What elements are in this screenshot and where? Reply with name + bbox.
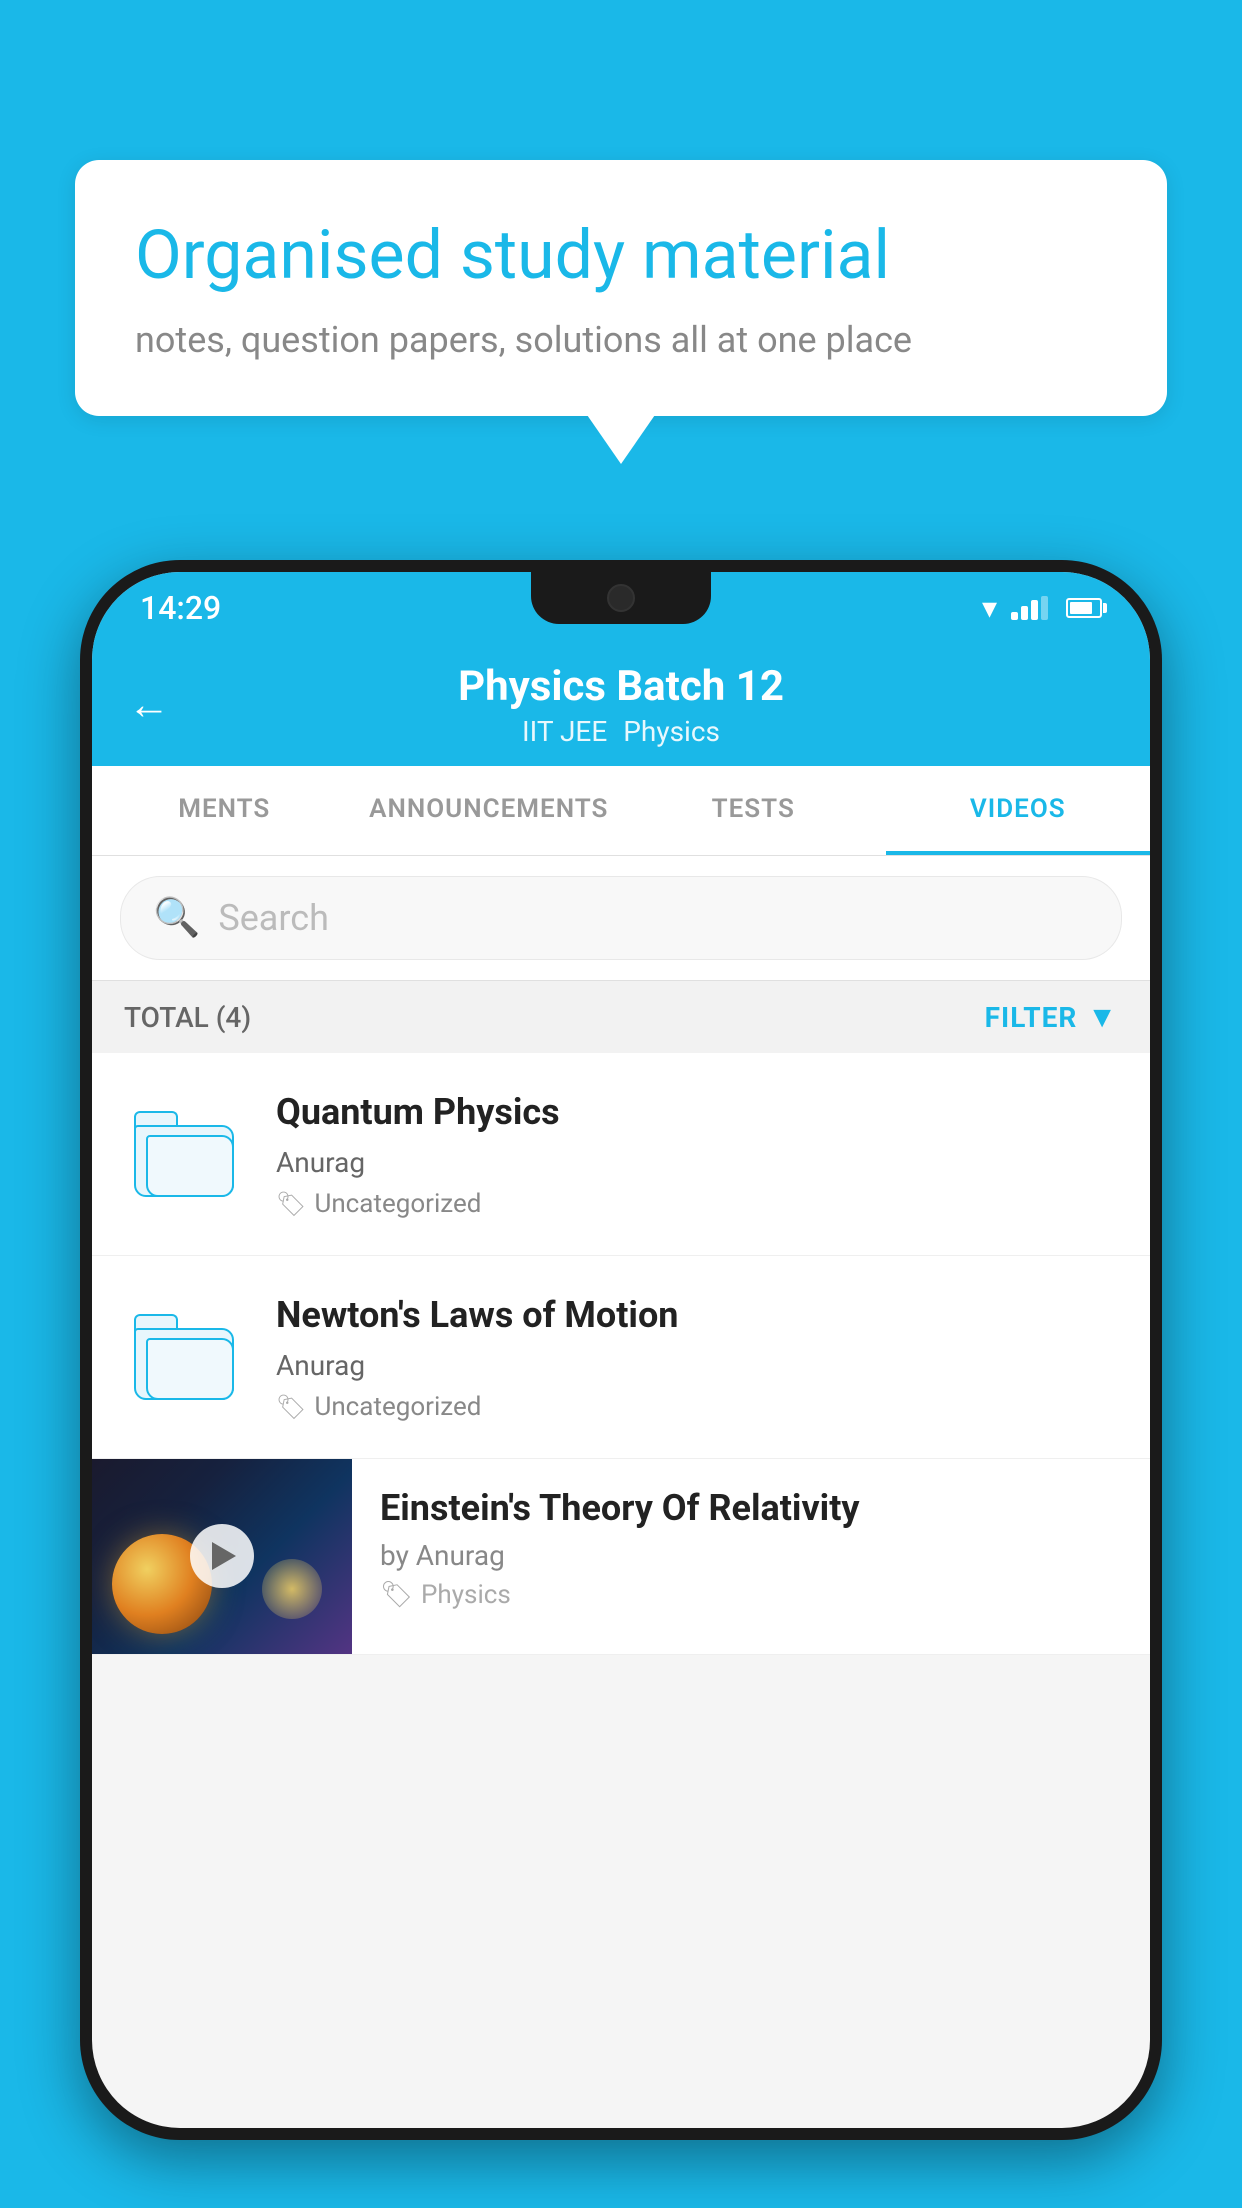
phone-outer: 14:29 ▾ ← Physics Batch 1 <box>80 560 1162 2140</box>
list-item[interactable]: Einstein's Theory Of Relativity by Anura… <box>92 1459 1150 1655</box>
signal-icon <box>1011 596 1048 620</box>
header-tag-physics: Physics <box>623 715 720 748</box>
filter-bar: TOTAL (4) FILTER ▼ <box>92 981 1150 1053</box>
header-tag-iitjee: IIT JEE <box>522 715 607 748</box>
video-author: Anurag <box>276 1349 1118 1382</box>
video-title: Einstein's Theory Of Relativity <box>380 1487 1122 1529</box>
list-item[interactable]: Newton's Laws of Motion Anurag 🏷 Uncateg… <box>92 1256 1150 1459</box>
video-info: Einstein's Theory Of Relativity by Anura… <box>352 1459 1150 1638</box>
tab-videos[interactable]: VIDEOS <box>886 766 1151 855</box>
tag-icon: 🏷 <box>276 1393 306 1421</box>
video-tag: 🏷 Uncategorized <box>276 1189 1118 1219</box>
bubble-title: Organised study material <box>135 215 1107 297</box>
folder-thumbnail <box>124 1307 244 1407</box>
play-button[interactable] <box>190 1524 254 1588</box>
tab-tests[interactable]: TESTS <box>621 766 886 855</box>
phone-wrapper: 14:29 ▾ ← Physics Batch 1 <box>80 560 1162 2208</box>
search-icon: 🔍 <box>153 896 200 940</box>
tabs-bar: MENTS ANNOUNCEMENTS TESTS VIDEOS <box>92 766 1150 856</box>
speech-bubble: Organised study material notes, question… <box>75 160 1167 416</box>
video-thumbnail <box>92 1459 352 1654</box>
video-info: Newton's Laws of Motion Anurag 🏷 Uncateg… <box>276 1292 1118 1422</box>
video-tag: 🏷 Physics <box>380 1580 1122 1610</box>
phone-screen: 14:29 ▾ ← Physics Batch 1 <box>92 572 1150 2128</box>
search-bar[interactable]: 🔍 Search <box>120 876 1122 960</box>
tag-icon: 🏷 <box>380 1580 413 1610</box>
tab-announcements[interactable]: ANNOUNCEMENTS <box>357 766 622 855</box>
battery-icon <box>1066 598 1102 618</box>
header-subtitle: IIT JEE Physics <box>522 715 720 748</box>
folder-icon <box>134 1111 234 1197</box>
video-tag: 🏷 Uncategorized <box>276 1392 1118 1422</box>
back-button[interactable]: ← <box>128 681 170 730</box>
status-icons: ▾ <box>982 591 1102 626</box>
phone-notch <box>531 572 711 624</box>
search-placeholder: Search <box>218 897 329 939</box>
tab-ments[interactable]: MENTS <box>92 766 357 855</box>
folder-icon <box>134 1314 234 1400</box>
total-count: TOTAL (4) <box>124 1001 251 1034</box>
video-title: Newton's Laws of Motion <box>276 1292 1118 1339</box>
list-item[interactable]: Quantum Physics Anurag 🏷 Uncategorized <box>92 1053 1150 1256</box>
video-title: Quantum Physics <box>276 1089 1118 1136</box>
play-icon <box>212 1542 236 1570</box>
app-header: ← Physics Batch 12 IIT JEE Physics <box>92 644 1150 766</box>
folder-thumbnail <box>124 1104 244 1204</box>
filter-button[interactable]: FILTER ▼ <box>985 1000 1118 1035</box>
search-container: 🔍 Search <box>92 856 1150 981</box>
status-time: 14:29 <box>140 589 221 627</box>
wifi-icon: ▾ <box>982 591 997 626</box>
video-author: Anurag <box>276 1146 1118 1179</box>
video-author: by Anurag <box>380 1539 1122 1572</box>
tag-icon: 🏷 <box>276 1190 306 1218</box>
header-title: Physics Batch 12 <box>458 662 784 711</box>
glow-decoration <box>262 1559 322 1619</box>
filter-icon: ▼ <box>1087 1000 1118 1035</box>
phone-camera <box>607 584 635 612</box>
video-info: Quantum Physics Anurag 🏷 Uncategorized <box>276 1089 1118 1219</box>
bubble-subtitle: notes, question papers, solutions all at… <box>135 319 1107 361</box>
